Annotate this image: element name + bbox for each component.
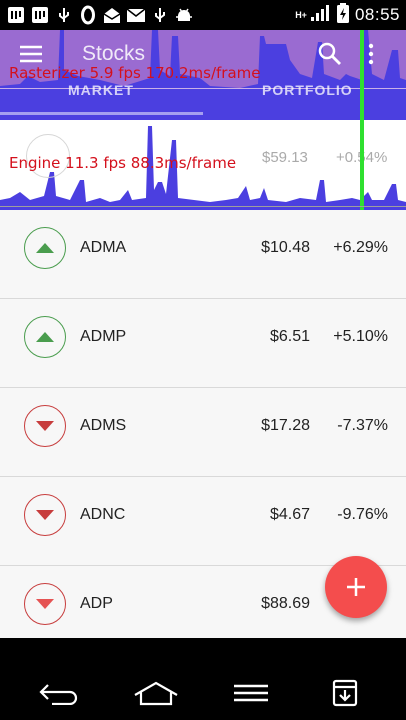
engine-stats: Engine 11.3 fps 88.3ms/frame xyxy=(9,154,237,172)
trend-down-badge xyxy=(24,405,66,447)
status-notification-icons xyxy=(6,4,194,26)
download-icon xyxy=(332,679,358,707)
graph-separator xyxy=(0,206,406,207)
download-button[interactable] xyxy=(332,678,358,708)
recent-apps-button[interactable] xyxy=(232,678,270,708)
clock: 08:55 xyxy=(354,5,400,24)
android-debug-icon xyxy=(174,5,194,25)
home-icon xyxy=(134,681,178,706)
trend-up-badge xyxy=(24,227,66,269)
usb-icon xyxy=(54,5,74,25)
trend-up-badge xyxy=(24,316,66,358)
stock-change: -9.76% xyxy=(337,506,388,523)
status-bar: H+ 08:55 xyxy=(0,0,406,30)
back-button[interactable] xyxy=(38,678,82,708)
usb-icon xyxy=(150,5,170,25)
stock-symbol: ADMS xyxy=(80,417,127,434)
mail-open-icon xyxy=(102,5,122,25)
stock-symbol: ADNC xyxy=(80,506,126,523)
status-system-icons: H+ 08:55 xyxy=(295,2,400,29)
stock-symbol: ADMA xyxy=(80,239,127,256)
add-icon xyxy=(347,578,365,596)
trend-down-icon xyxy=(36,599,54,609)
stock-row[interactable]: ADNC $4.67 -9.76% xyxy=(0,477,406,566)
stock-price: $17.28 xyxy=(261,417,310,434)
notification-icon xyxy=(6,5,26,25)
zero-icon xyxy=(78,5,98,25)
stock-price: $4.67 xyxy=(269,506,310,523)
stock-row[interactable]: ADMA $10.48 +6.29% xyxy=(0,210,406,299)
page-title: Stocks xyxy=(82,42,146,65)
stock-symbol: ADMP xyxy=(80,328,127,345)
tab-indicator xyxy=(0,112,203,115)
stock-price: $6.51 xyxy=(269,328,310,345)
tab-portfolio[interactable]: PORTFOLIO xyxy=(262,82,353,98)
rasterizer-stats: Rasterizer 5.9 fps 170.2ms/frame xyxy=(9,64,261,82)
stock-price: $88.69 xyxy=(261,595,310,612)
trend-down-icon xyxy=(36,510,54,520)
stock-row[interactable]: ADMS $17.28 -7.37% xyxy=(0,388,406,477)
trend-up-icon xyxy=(36,243,54,253)
app-bar: Stocks MARKET PORTFOLIO Rasterizer 5.9 f… xyxy=(0,30,406,210)
signal-icon xyxy=(309,3,331,28)
home-button[interactable] xyxy=(132,678,180,708)
stock-symbol: ADP xyxy=(80,595,113,612)
add-stock-button[interactable] xyxy=(325,556,387,618)
recent-apps-icon xyxy=(234,684,268,702)
battery-charging-icon xyxy=(336,2,350,29)
trend-down-badge xyxy=(24,494,66,536)
search-icon[interactable] xyxy=(316,40,344,68)
back-icon xyxy=(39,684,78,705)
mail-icon xyxy=(126,5,146,25)
trend-down-badge xyxy=(24,583,66,625)
tab-market[interactable]: MARKET xyxy=(68,82,134,98)
trend-down-icon xyxy=(36,421,54,431)
engine-frame-marker xyxy=(360,120,364,210)
network-type-label: H+ xyxy=(295,10,307,20)
navigation-bar xyxy=(0,638,406,720)
stock-change: +6.29% xyxy=(333,239,388,256)
more-vert-icon[interactable] xyxy=(364,40,378,68)
stock-price: $10.48 xyxy=(261,239,310,256)
notification-icon xyxy=(30,5,50,25)
trend-up-icon xyxy=(36,332,54,342)
stock-change: +5.10% xyxy=(333,328,388,345)
menu-icon[interactable] xyxy=(18,44,44,64)
ghost-price: $59.13 xyxy=(262,149,308,166)
stock-change: -7.37% xyxy=(337,417,388,434)
tab-bar: MARKET PORTFOLIO xyxy=(0,76,406,116)
stock-row[interactable]: ADMP $6.51 +5.10% xyxy=(0,299,406,388)
